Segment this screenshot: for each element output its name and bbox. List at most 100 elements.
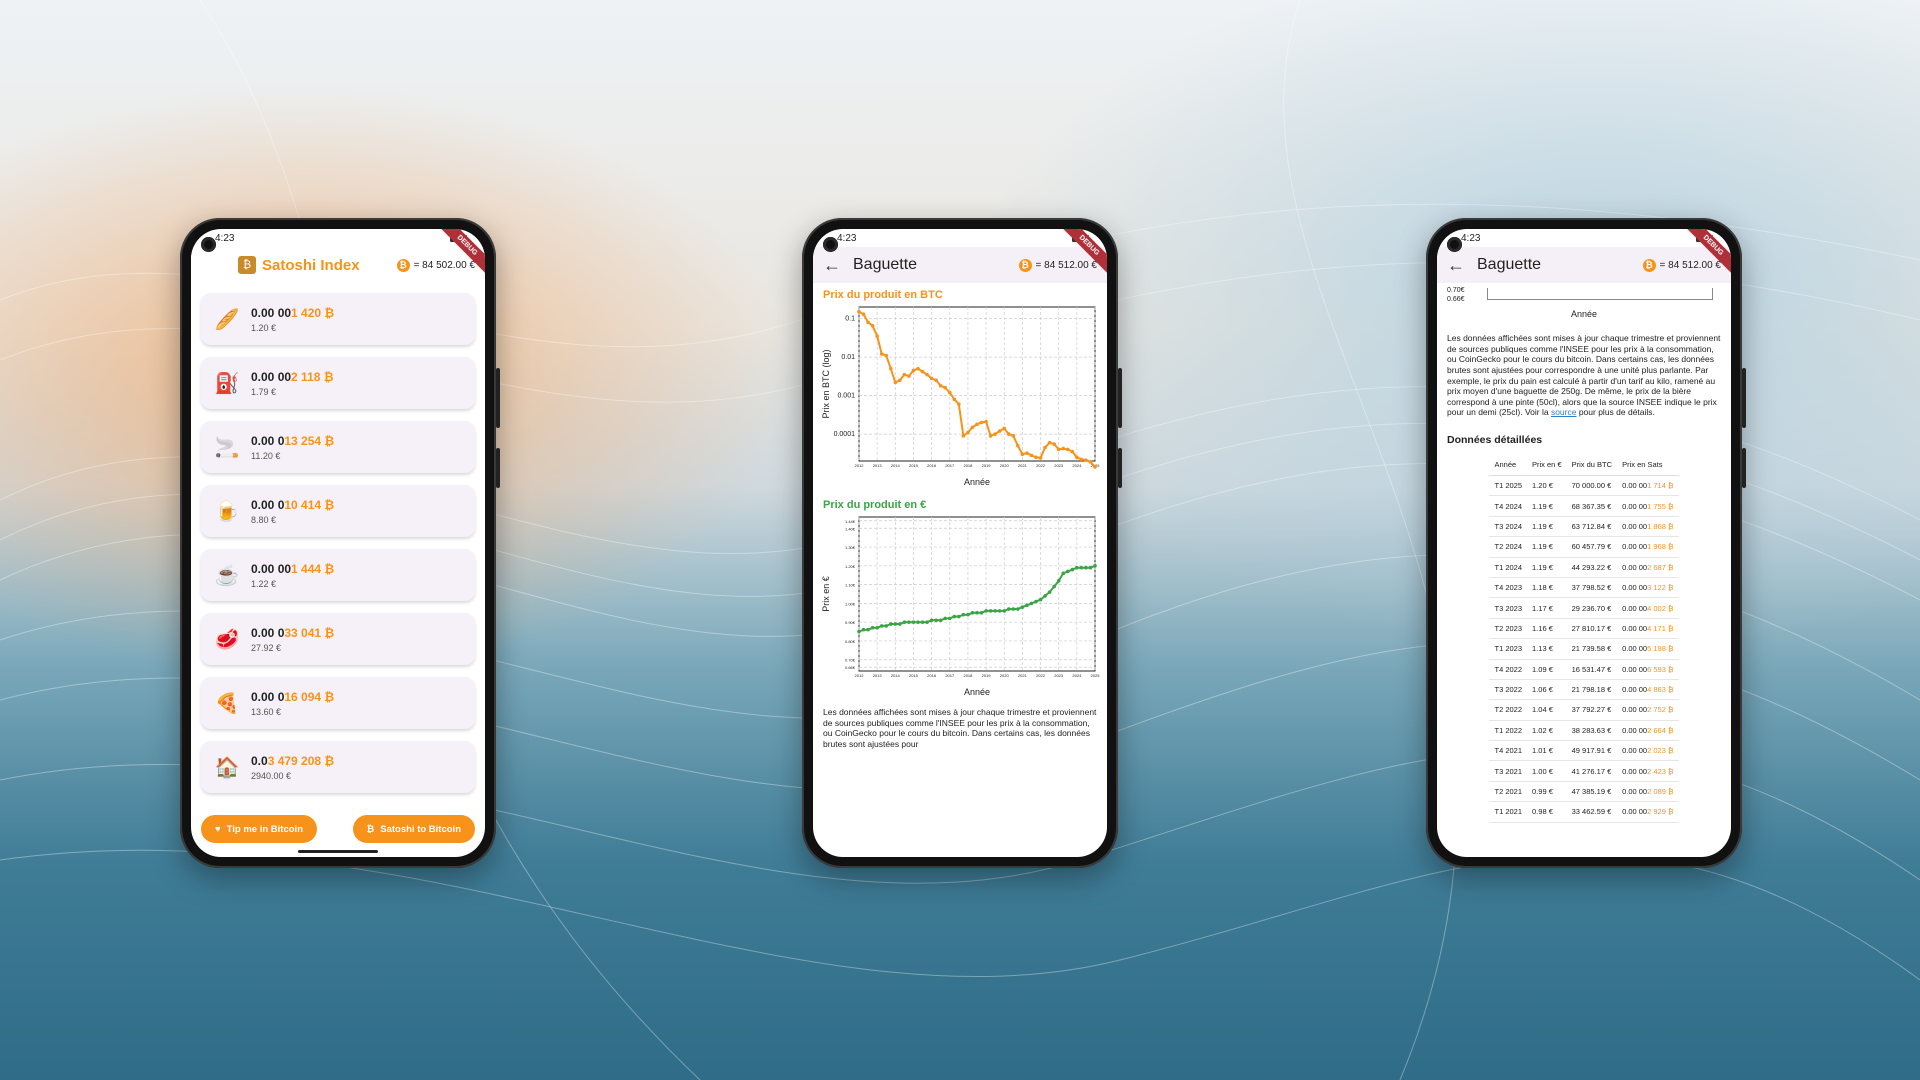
data-point	[1043, 445, 1047, 450]
data-point	[884, 353, 889, 358]
sats-price: 0.00 002 118 ₿	[251, 369, 334, 384]
cell-period: T3 2024	[1489, 516, 1528, 538]
cell-sats: 0.00 006 593 ₿	[1617, 659, 1679, 680]
cell-btc-price: 21 798.18 €	[1566, 679, 1618, 701]
y-tick-label: 1.44€	[845, 519, 856, 524]
column-header: Prix du BTC	[1566, 456, 1618, 476]
list-item[interactable]: 🥖 0.00 001 420 ₿ 1.20 €	[201, 293, 475, 345]
front-camera	[1447, 237, 1462, 252]
cell-btc-price: 70 000.00 €	[1566, 475, 1618, 497]
bitcoin-icon: ₿	[1642, 258, 1656, 272]
chart-btc: 2012 2013 2014 2015 2016 2017 2018 2019 2020 2021…	[821, 306, 1100, 487]
eur-price: 27.92 €	[251, 642, 282, 653]
status-time: 4:23	[1461, 232, 1481, 244]
list-item[interactable]: 🚬 0.00 013 254 ₿ 11.20 €	[201, 421, 475, 473]
cell-period: T1 2021	[1489, 801, 1528, 823]
data-point	[961, 434, 966, 438]
data-point	[861, 312, 866, 317]
data-point	[975, 610, 979, 615]
data-point	[993, 432, 997, 436]
data-point	[988, 609, 993, 613]
list-item[interactable]: 🍕 0.00 016 094 ₿ 13.60 €	[201, 677, 475, 729]
data-point	[1002, 426, 1007, 431]
cell-sats: 0.00 002 423 ₿	[1617, 760, 1679, 782]
eur-price: 1.79 €	[251, 386, 277, 397]
list-item[interactable]: ⛽ 0.00 002 118 ₿ 1.79 €	[201, 357, 475, 409]
data-point	[947, 616, 952, 621]
back-arrow-icon[interactable]: ←	[1447, 255, 1471, 276]
x-tick-label: 2022	[1036, 463, 1046, 468]
btc-rate: ₿ = 84 502.00 €	[396, 258, 475, 272]
source-link[interactable]: source	[1551, 407, 1577, 417]
cell-period: T3 2023	[1489, 597, 1528, 619]
list-item[interactable]: 🍺 0.00 010 414 ₿ 8.80 €	[201, 485, 475, 537]
x-tick-label: 2015	[909, 463, 919, 468]
data-point	[1084, 565, 1088, 570]
status-time: 4:23	[837, 232, 857, 244]
list-item[interactable]: ☕ 0.00 001 444 ₿ 1.22 €	[201, 549, 475, 601]
home-indicator[interactable]	[298, 850, 378, 853]
y-axis-label: Prix en BTC (log)	[821, 349, 831, 418]
status-bar: 4:23	[813, 229, 1107, 247]
data-point	[943, 385, 948, 390]
data-point	[875, 626, 879, 630]
table-row: T4 2021 1.01 €49 917.91 €0.00 002 023 ₿	[1489, 740, 1679, 762]
data-point	[1056, 579, 1061, 583]
data-point	[920, 620, 925, 624]
satoshi-to-bitcoin-button[interactable]: ₿ Satoshi to Bitcoin	[352, 815, 475, 843]
data-point	[1065, 447, 1070, 452]
coffee-icon: ☕	[214, 564, 240, 587]
cell-eur: 1.18 €	[1527, 577, 1567, 599]
list-item[interactable]: 🏠 0.03 479 208 ₿ 2940.00 €	[201, 741, 475, 793]
data-point	[866, 627, 870, 632]
cell-sats: 0.00 004 863 ₿	[1617, 679, 1679, 701]
app-logo-icon: ₿	[238, 256, 257, 274]
data-point	[1070, 449, 1075, 454]
data-point	[957, 402, 961, 406]
data-point	[1052, 584, 1056, 589]
data-point	[961, 612, 966, 617]
data-point	[1061, 571, 1066, 576]
table-row: T3 2024 1.19 €63 712.84 €0.00 001 868 ₿	[1489, 516, 1679, 538]
data-point	[870, 626, 875, 630]
cell-sats: 0.00 001 714 ₿	[1617, 475, 1679, 497]
xaxis-label: Année	[1570, 309, 1598, 319]
phone-baguette-charts: DEBUG 4:23 ← Baguette ₿ = 84 512.00 € Pri…	[802, 218, 1122, 868]
mini-ytick: 0.70€	[1447, 287, 1465, 294]
btc-rate: ₿ = 84 512.00 €	[1018, 258, 1097, 272]
data-point	[952, 614, 957, 619]
cell-period: T3 2021	[1489, 760, 1528, 782]
data-point	[907, 620, 911, 624]
data-point	[1075, 455, 1079, 460]
data-point	[1084, 458, 1088, 462]
data-point	[879, 624, 884, 628]
cell-sats: 0.00 005 198 ₿	[1617, 638, 1679, 660]
cell-sats: 0.00 004 002 ₿	[1617, 597, 1679, 619]
column-header: Prix en €	[1527, 456, 1567, 476]
list-item[interactable]: 🥩 0.00 033 041 ₿ 27.92 €	[201, 613, 475, 665]
cell-eur: 1.02 €	[1527, 720, 1567, 742]
table-row: T1 2025 1.20 €70 000.00 €0.00 001 714 ₿	[1489, 475, 1679, 497]
data-point	[952, 397, 957, 402]
tip-button[interactable]: ♥ Tip me in Bitcoin	[201, 815, 317, 843]
data-point	[898, 622, 902, 626]
pizza-icon: 🍕	[214, 692, 240, 715]
cell-btc-price: 47 385.19 €	[1566, 781, 1618, 803]
sats-price: 0.00 001 444 ₿	[251, 561, 335, 576]
data-point	[1052, 442, 1056, 446]
data-point	[1029, 601, 1034, 606]
plot-area	[858, 306, 1096, 462]
bitcoin-icon: ₿	[396, 258, 410, 272]
cell-btc-price: 63 712.84 €	[1566, 516, 1618, 538]
cell-btc-price: 49 917.91 €	[1566, 740, 1618, 762]
data-point	[879, 352, 884, 356]
data-point	[970, 610, 975, 615]
column-header: Prix en Sats	[1617, 456, 1679, 476]
cell-sats: 0.00 002 664 ₿	[1617, 720, 1679, 742]
back-arrow-icon[interactable]: ←	[823, 255, 847, 276]
btc-rate: ₿ = 84 512.00 €	[1642, 258, 1721, 272]
cell-sats: 0.00 001 755 ₿	[1617, 495, 1679, 517]
data-point	[943, 616, 948, 621]
data-point	[1047, 590, 1052, 594]
x-tick-label: 2013	[873, 673, 883, 678]
